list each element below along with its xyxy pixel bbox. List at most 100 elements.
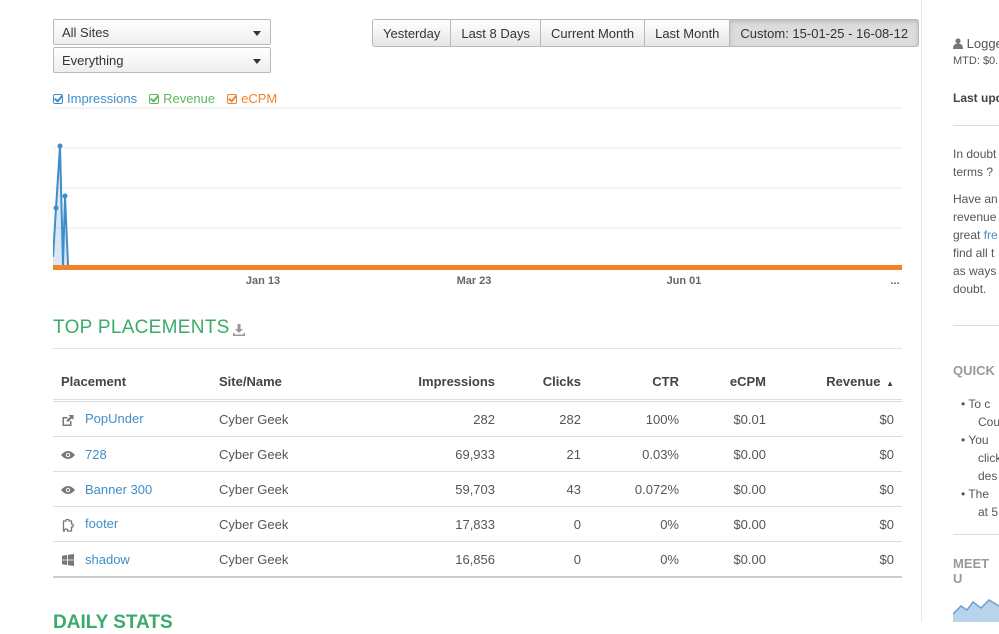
quick-tip-line: des xyxy=(978,469,998,483)
chart-legend: Impressions Revenue eCPM xyxy=(53,91,277,106)
divider xyxy=(953,534,999,535)
logged-in-label: Logge xyxy=(966,36,999,51)
x-tick-label: Jun 01 xyxy=(667,275,702,287)
ctr-cell: 0% xyxy=(589,506,687,542)
table-row: PopUnder Cyber Geek 282 282 100% $0.01 $… xyxy=(53,400,902,437)
sort-asc-icon: ▲ xyxy=(886,379,894,388)
chevron-down-icon xyxy=(253,31,261,36)
user-icon xyxy=(953,38,963,49)
column-header-ecpm[interactable]: eCPM xyxy=(687,364,774,402)
legend-revenue[interactable]: Revenue xyxy=(149,91,215,106)
quick-tips-title: QUICK xyxy=(953,363,995,378)
revenue-cell: $0 xyxy=(774,400,902,437)
table-header-row: Placement Site/Name Impressions Clicks C… xyxy=(53,364,902,402)
mountain-image xyxy=(953,599,999,622)
site-cell: Cyber Geek xyxy=(211,541,377,578)
impressions-cell: 16,856 xyxy=(377,541,503,578)
revenue-cell: $0 xyxy=(774,506,902,542)
type-select[interactable]: Everything xyxy=(53,47,271,73)
quick-tip-line: at 5 xyxy=(978,505,999,519)
current-month-button[interactable]: Current Month xyxy=(540,19,646,47)
x-tick-label: ... xyxy=(890,275,899,287)
impressions-point xyxy=(53,205,59,211)
site-cell: Cyber Geek xyxy=(211,471,377,507)
column-header-revenue[interactable]: Revenue ▲ xyxy=(774,364,902,402)
help-text-line: revenue xyxy=(953,210,997,224)
impressions-cell: 17,833 xyxy=(377,506,503,542)
revenue-cell: $0 xyxy=(774,436,902,472)
checkbox-icon xyxy=(149,93,160,104)
help-text-line: Have an xyxy=(953,192,998,206)
checkbox-icon xyxy=(227,93,238,104)
placement-cell: shadow xyxy=(53,541,211,578)
column-header-placement[interactable]: Placement xyxy=(53,364,211,402)
placement-link[interactable]: footer xyxy=(85,516,118,531)
doubt-text-line: In doubt xyxy=(953,147,997,161)
ecpm-series-line xyxy=(53,265,902,270)
ecpm-cell: $0.00 xyxy=(687,506,774,542)
impressions-point xyxy=(57,143,63,149)
ecpm-cell: $0.00 xyxy=(687,436,774,472)
legend-revenue-label: Revenue xyxy=(163,91,216,106)
column-header-ctr[interactable]: CTR xyxy=(589,364,687,402)
divider xyxy=(53,348,902,349)
ecpm-cell: $0.01 xyxy=(687,400,774,437)
site-select-value: All Sites xyxy=(62,25,109,40)
legend-impressions[interactable]: Impressions xyxy=(53,91,137,106)
quick-tip-line: Cou xyxy=(978,415,999,429)
site-cell: Cyber Geek xyxy=(211,506,377,542)
divider xyxy=(953,125,999,126)
eye-icon xyxy=(61,451,75,460)
table-row: shadow Cyber Geek 16,856 0 0% $0.00 $0 xyxy=(53,541,902,578)
quick-tip-line: click xyxy=(978,451,999,465)
table-row: Banner 300 Cyber Geek 59,703 43 0.072% $… xyxy=(53,471,902,507)
impressions-point xyxy=(62,193,68,199)
placement-link[interactable]: 728 xyxy=(85,447,107,462)
placement-cell: footer xyxy=(53,506,211,542)
download-icon[interactable] xyxy=(233,324,245,336)
checkbox-icon xyxy=(53,93,63,104)
custom-range-button[interactable]: Custom: 15-01-25 - 16-08-12 xyxy=(729,19,920,47)
clicks-cell: 43 xyxy=(503,471,589,507)
x-tick-label: Mar 23 xyxy=(457,275,492,287)
impressions-cell: 282 xyxy=(377,400,503,437)
last-8-days-button[interactable]: Last 8 Days xyxy=(450,19,541,47)
clicks-cell: 0 xyxy=(503,506,589,542)
x-tick-label: Jan 13 xyxy=(246,275,280,287)
type-select-value: Everything xyxy=(62,53,124,68)
quick-tip-line: • To c xyxy=(961,397,991,411)
revenue-cell: $0 xyxy=(774,471,902,507)
quick-tip-line: • The xyxy=(961,487,990,501)
legend-ecpm-label: eCPM xyxy=(241,91,278,106)
placement-link[interactable]: shadow xyxy=(85,552,130,567)
clicks-cell: 282 xyxy=(503,400,589,437)
table-row: 728 Cyber Geek 69,933 21 0.03% $0.00 $0 xyxy=(53,436,902,472)
legend-ecpm[interactable]: eCPM xyxy=(227,91,277,106)
table-row: footer Cyber Geek 17,833 0 0% $0.00 $0 xyxy=(53,506,902,542)
placements-table: Placement Site/Name Impressions Clicks C… xyxy=(53,364,902,578)
placement-link[interactable]: PopUnder xyxy=(85,411,144,426)
ecpm-cell: $0.00 xyxy=(687,541,774,578)
chevron-down-icon xyxy=(253,59,261,64)
help-link[interactable]: fre xyxy=(984,228,998,242)
placement-cell: 728 xyxy=(53,436,211,472)
help-text-line: doubt. xyxy=(953,282,987,296)
sidebar-divider xyxy=(921,0,922,622)
clicks-cell: 0 xyxy=(503,541,589,578)
placement-link[interactable]: Banner 300 xyxy=(85,482,152,497)
puzzle-icon xyxy=(62,518,74,532)
last-month-button[interactable]: Last Month xyxy=(644,19,731,47)
impressions-cell: 59,703 xyxy=(377,471,503,507)
column-header-site[interactable]: Site/Name xyxy=(211,364,377,402)
placement-cell: PopUnder xyxy=(53,400,211,437)
column-header-clicks[interactable]: Clicks xyxy=(503,364,589,402)
impressions-cell: 69,933 xyxy=(377,436,503,472)
column-header-impressions[interactable]: Impressions xyxy=(377,364,503,402)
site-select[interactable]: All Sites xyxy=(53,19,271,45)
external-link-icon xyxy=(62,414,74,426)
meet-us-title: MEET U xyxy=(953,556,990,586)
yesterday-button[interactable]: Yesterday xyxy=(372,19,452,47)
help-text-fragment: great xyxy=(953,228,984,242)
date-range-group: Yesterday Last 8 Days Current Month Last… xyxy=(372,19,920,47)
placement-cell: Banner 300 xyxy=(53,471,211,507)
